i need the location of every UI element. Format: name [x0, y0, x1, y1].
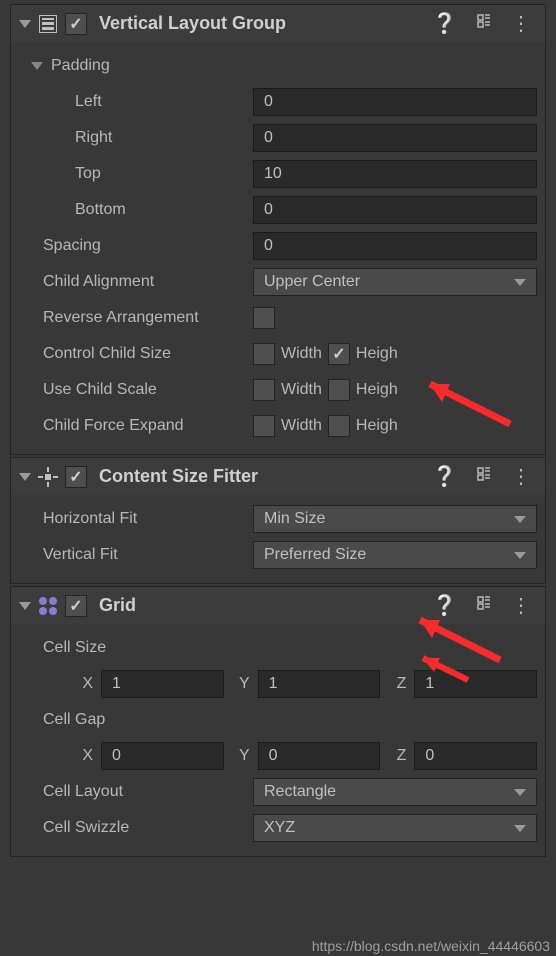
component-title: Vertical Layout Group [93, 13, 420, 34]
foldout-icon[interactable] [19, 602, 31, 610]
component-title: Content Size Fitter [93, 466, 420, 487]
z-label: Z [388, 675, 406, 693]
ucs-height-checkbox[interactable] [328, 379, 350, 401]
help-icon[interactable]: ❔ [426, 593, 463, 618]
bottom-label: Bottom [19, 201, 253, 219]
width-label: Width [281, 345, 322, 363]
watermark-text: https://blog.csdn.net/weixin_44446603 [312, 938, 550, 954]
cell-size-x-input[interactable] [101, 670, 224, 698]
menu-icon[interactable]: ⋮ [505, 593, 537, 618]
help-icon[interactable]: ❔ [426, 11, 463, 36]
component-grid: Grid ❔ ⋮ Cell Size X Y Z Cell Gap X Y [10, 586, 546, 857]
cell-swizzle-dropdown[interactable]: XYZ [253, 814, 537, 842]
chevron-down-icon [514, 825, 526, 832]
component-enable-checkbox[interactable] [65, 466, 87, 488]
cell-gap-z-input[interactable] [414, 742, 537, 770]
child-alignment-label: Child Alignment [19, 273, 253, 291]
dropdown-value: Upper Center [264, 273, 360, 291]
width-label: Width [281, 417, 322, 435]
left-label: Left [19, 93, 253, 111]
horizontal-fit-dropdown[interactable]: Min Size [253, 505, 537, 533]
vlg-icon [37, 13, 59, 35]
cell-gap-x-input[interactable] [101, 742, 224, 770]
right-label: Right [19, 129, 253, 147]
y-label: Y [232, 675, 250, 693]
dropdown-value: Min Size [264, 510, 325, 528]
preset-icon[interactable] [469, 594, 499, 618]
height-label: Heigh [356, 417, 398, 435]
top-label: Top [19, 165, 253, 183]
grid-icon [37, 595, 59, 617]
y-label: Y [232, 747, 250, 765]
horizontal-fit-label: Horizontal Fit [19, 510, 253, 528]
ccs-height-checkbox[interactable] [328, 343, 350, 365]
ucs-width-checkbox[interactable] [253, 379, 275, 401]
right-input[interactable] [253, 124, 537, 152]
reverse-arrangement-label: Reverse Arrangement [19, 309, 253, 327]
component-header[interactable]: Content Size Fitter ❔ ⋮ [11, 458, 545, 495]
help-icon[interactable]: ❔ [426, 464, 463, 489]
menu-icon[interactable]: ⋮ [505, 11, 537, 36]
foldout-icon[interactable] [19, 20, 31, 28]
dropdown-value: XYZ [264, 819, 295, 837]
spacing-input[interactable] [253, 232, 537, 260]
height-label: Heigh [356, 345, 398, 363]
cell-gap-label: Cell Gap [19, 711, 253, 729]
cell-layout-dropdown[interactable]: Rectangle [253, 778, 537, 806]
z-label: Z [388, 747, 406, 765]
component-enable-checkbox[interactable] [65, 595, 87, 617]
chevron-down-icon [514, 516, 526, 523]
cfe-height-checkbox[interactable] [328, 415, 350, 437]
ccs-width-checkbox[interactable] [253, 343, 275, 365]
top-input[interactable] [253, 160, 537, 188]
preset-icon[interactable] [469, 12, 499, 36]
chevron-down-icon [514, 789, 526, 796]
child-force-expand-label: Child Force Expand [19, 417, 253, 435]
dropdown-value: Preferred Size [264, 546, 366, 564]
control-child-size-label: Control Child Size [19, 345, 253, 363]
vertical-fit-label: Vertical Fit [19, 546, 253, 564]
cell-swizzle-label: Cell Swizzle [19, 819, 253, 837]
foldout-icon[interactable] [19, 473, 31, 481]
x-label: X [75, 747, 93, 765]
padding-label: Padding [51, 57, 110, 75]
component-title: Grid [93, 595, 420, 616]
width-label: Width [281, 381, 322, 399]
x-label: X [75, 675, 93, 693]
component-vertical-layout-group: Vertical Layout Group ❔ ⋮ Padding Left R… [10, 4, 546, 455]
cell-layout-label: Cell Layout [19, 783, 253, 801]
cell-size-z-input[interactable] [414, 670, 537, 698]
cell-size-label: Cell Size [19, 639, 253, 657]
cfe-width-checkbox[interactable] [253, 415, 275, 437]
use-child-scale-label: Use Child Scale [19, 381, 253, 399]
csf-icon [37, 466, 59, 488]
bottom-input[interactable] [253, 196, 537, 224]
cell-gap-y-input[interactable] [258, 742, 381, 770]
component-header[interactable]: Vertical Layout Group ❔ ⋮ [11, 5, 545, 42]
dropdown-value: Rectangle [264, 783, 336, 801]
height-label: Heigh [356, 381, 398, 399]
reverse-arrangement-checkbox[interactable] [253, 307, 275, 329]
menu-icon[interactable]: ⋮ [505, 464, 537, 489]
component-header[interactable]: Grid ❔ ⋮ [11, 587, 545, 624]
cell-size-y-input[interactable] [258, 670, 381, 698]
left-input[interactable] [253, 88, 537, 116]
vertical-fit-dropdown[interactable]: Preferred Size [253, 541, 537, 569]
component-enable-checkbox[interactable] [65, 13, 87, 35]
child-alignment-dropdown[interactable]: Upper Center [253, 268, 537, 296]
foldout-icon[interactable] [31, 62, 43, 70]
component-content-size-fitter: Content Size Fitter ❔ ⋮ Horizontal Fit M… [10, 457, 546, 584]
preset-icon[interactable] [469, 465, 499, 489]
spacing-label: Spacing [19, 237, 253, 255]
chevron-down-icon [514, 552, 526, 559]
chevron-down-icon [514, 279, 526, 286]
